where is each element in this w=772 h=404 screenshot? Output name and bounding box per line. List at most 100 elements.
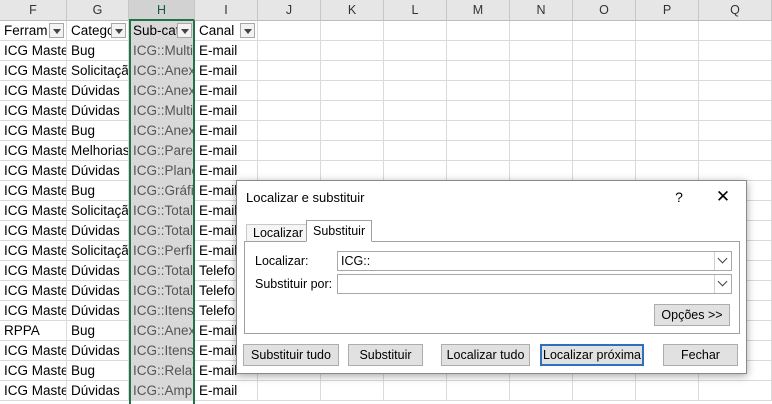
empty-cell[interactable]: [384, 161, 447, 181]
empty-cell[interactable]: [447, 141, 510, 161]
empty-cell[interactable]: [699, 381, 772, 401]
empty-cell[interactable]: [258, 101, 321, 121]
table-cell[interactable]: ICG Maste: [0, 341, 67, 361]
empty-cell[interactable]: [447, 101, 510, 121]
empty-cell[interactable]: [384, 81, 447, 101]
table-cell[interactable]: E-mail: [195, 381, 258, 401]
empty-cell[interactable]: [258, 81, 321, 101]
empty-cell[interactable]: [573, 61, 636, 81]
table-cell[interactable]: Dúvidas: [67, 381, 129, 401]
table-cell[interactable]: Dúvidas: [67, 221, 129, 241]
empty-cell[interactable]: [510, 381, 573, 401]
filter-dropdown-icon[interactable]: [49, 23, 64, 38]
empty-cell[interactable]: [636, 161, 699, 181]
table-cell[interactable]: ICG Maste: [0, 361, 67, 381]
empty-cell[interactable]: [510, 41, 573, 61]
empty-cell[interactable]: [321, 61, 384, 81]
empty-cell[interactable]: [573, 81, 636, 101]
table-cell[interactable]: ICG::Itens: [129, 301, 195, 321]
table-cell[interactable]: Bug: [67, 181, 129, 201]
empty-cell[interactable]: [321, 121, 384, 141]
header-cell[interactable]: Ferram: [0, 21, 67, 41]
empty-cell[interactable]: [636, 141, 699, 161]
column-header-h[interactable]: H: [129, 0, 195, 21]
column-header-p[interactable]: P: [636, 0, 699, 21]
table-cell[interactable]: Bug: [67, 321, 129, 341]
table-cell[interactable]: ICG::Multi: [129, 101, 195, 121]
table-cell[interactable]: E-mail: [195, 61, 258, 81]
empty-cell[interactable]: [636, 21, 699, 41]
replace-input[interactable]: [337, 274, 732, 294]
table-cell[interactable]: E-mail: [195, 41, 258, 61]
empty-cell[interactable]: [447, 381, 510, 401]
empty-cell[interactable]: [699, 141, 772, 161]
table-cell[interactable]: ICG::Anex: [129, 121, 195, 141]
help-button[interactable]: ?: [669, 187, 689, 207]
tab-localizar[interactable]: Localizar: [246, 224, 311, 242]
table-cell[interactable]: ICG Maste: [0, 261, 67, 281]
empty-cell[interactable]: [699, 61, 772, 81]
table-cell[interactable]: ICG::Perfi: [129, 241, 195, 261]
empty-cell[interactable]: [258, 121, 321, 141]
empty-cell[interactable]: [447, 81, 510, 101]
column-header-o[interactable]: O: [573, 0, 636, 21]
table-cell[interactable]: E-mail: [195, 141, 258, 161]
empty-cell[interactable]: [321, 381, 384, 401]
header-cell[interactable]: Sub-cat: [129, 21, 195, 41]
table-cell[interactable]: ICG::Total: [129, 201, 195, 221]
table-cell[interactable]: Dúvidas: [67, 101, 129, 121]
empty-cell[interactable]: [321, 81, 384, 101]
table-cell[interactable]: ICG Maste: [0, 141, 67, 161]
empty-cell[interactable]: [573, 101, 636, 121]
empty-cell[interactable]: [447, 21, 510, 41]
replace-dropdown-icon[interactable]: [714, 275, 731, 293]
empty-cell[interactable]: [573, 161, 636, 181]
empty-cell[interactable]: [636, 121, 699, 141]
replace-all-button[interactable]: Substituir tudo: [243, 344, 339, 366]
empty-cell[interactable]: [699, 21, 772, 41]
table-cell[interactable]: Solicitação: [67, 201, 129, 221]
column-header-g[interactable]: G: [67, 0, 129, 21]
table-cell[interactable]: Bug: [67, 361, 129, 381]
column-header-n[interactable]: N: [510, 0, 573, 21]
column-header-q[interactable]: Q: [699, 0, 772, 21]
table-cell[interactable]: ICG Maste: [0, 281, 67, 301]
empty-cell[interactable]: [384, 141, 447, 161]
table-cell[interactable]: ICG Maste: [0, 41, 67, 61]
empty-cell[interactable]: [510, 101, 573, 121]
empty-cell[interactable]: [636, 101, 699, 121]
table-cell[interactable]: E-mail: [195, 101, 258, 121]
empty-cell[interactable]: [258, 141, 321, 161]
empty-cell[interactable]: [573, 381, 636, 401]
empty-cell[interactable]: [699, 101, 772, 121]
table-cell[interactable]: Bug: [67, 121, 129, 141]
empty-cell[interactable]: [258, 41, 321, 61]
table-cell[interactable]: Melhorias: [67, 141, 129, 161]
empty-cell[interactable]: [699, 161, 772, 181]
empty-cell[interactable]: [321, 41, 384, 61]
table-cell[interactable]: ICG::Paret: [129, 141, 195, 161]
table-cell[interactable]: ICG Maste: [0, 101, 67, 121]
find-dropdown-icon[interactable]: [714, 252, 731, 270]
table-cell[interactable]: ICG Maste: [0, 241, 67, 261]
empty-cell[interactable]: [510, 121, 573, 141]
table-cell[interactable]: Solicitação: [67, 241, 129, 261]
find-input[interactable]: ICG::: [337, 251, 732, 271]
table-cell[interactable]: ICG Maste: [0, 381, 67, 401]
empty-cell[interactable]: [510, 61, 573, 81]
empty-cell[interactable]: [510, 161, 573, 181]
table-cell[interactable]: E-mail: [195, 81, 258, 101]
column-header-l[interactable]: L: [384, 0, 447, 21]
table-cell[interactable]: ICG Maste: [0, 161, 67, 181]
table-cell[interactable]: E-mail: [195, 161, 258, 181]
table-cell[interactable]: ICG::Ampl: [129, 381, 195, 401]
close-button[interactable]: Fechar: [663, 344, 738, 366]
empty-cell[interactable]: [321, 101, 384, 121]
table-cell[interactable]: ICG Maste: [0, 301, 67, 321]
table-cell[interactable]: ICG::Total: [129, 281, 195, 301]
table-cell[interactable]: ICG::Planc: [129, 161, 195, 181]
table-cell[interactable]: ICG Maste: [0, 121, 67, 141]
table-cell[interactable]: Solicitação: [67, 61, 129, 81]
table-cell[interactable]: RPPA: [0, 321, 67, 341]
table-cell[interactable]: Dúvidas: [67, 261, 129, 281]
